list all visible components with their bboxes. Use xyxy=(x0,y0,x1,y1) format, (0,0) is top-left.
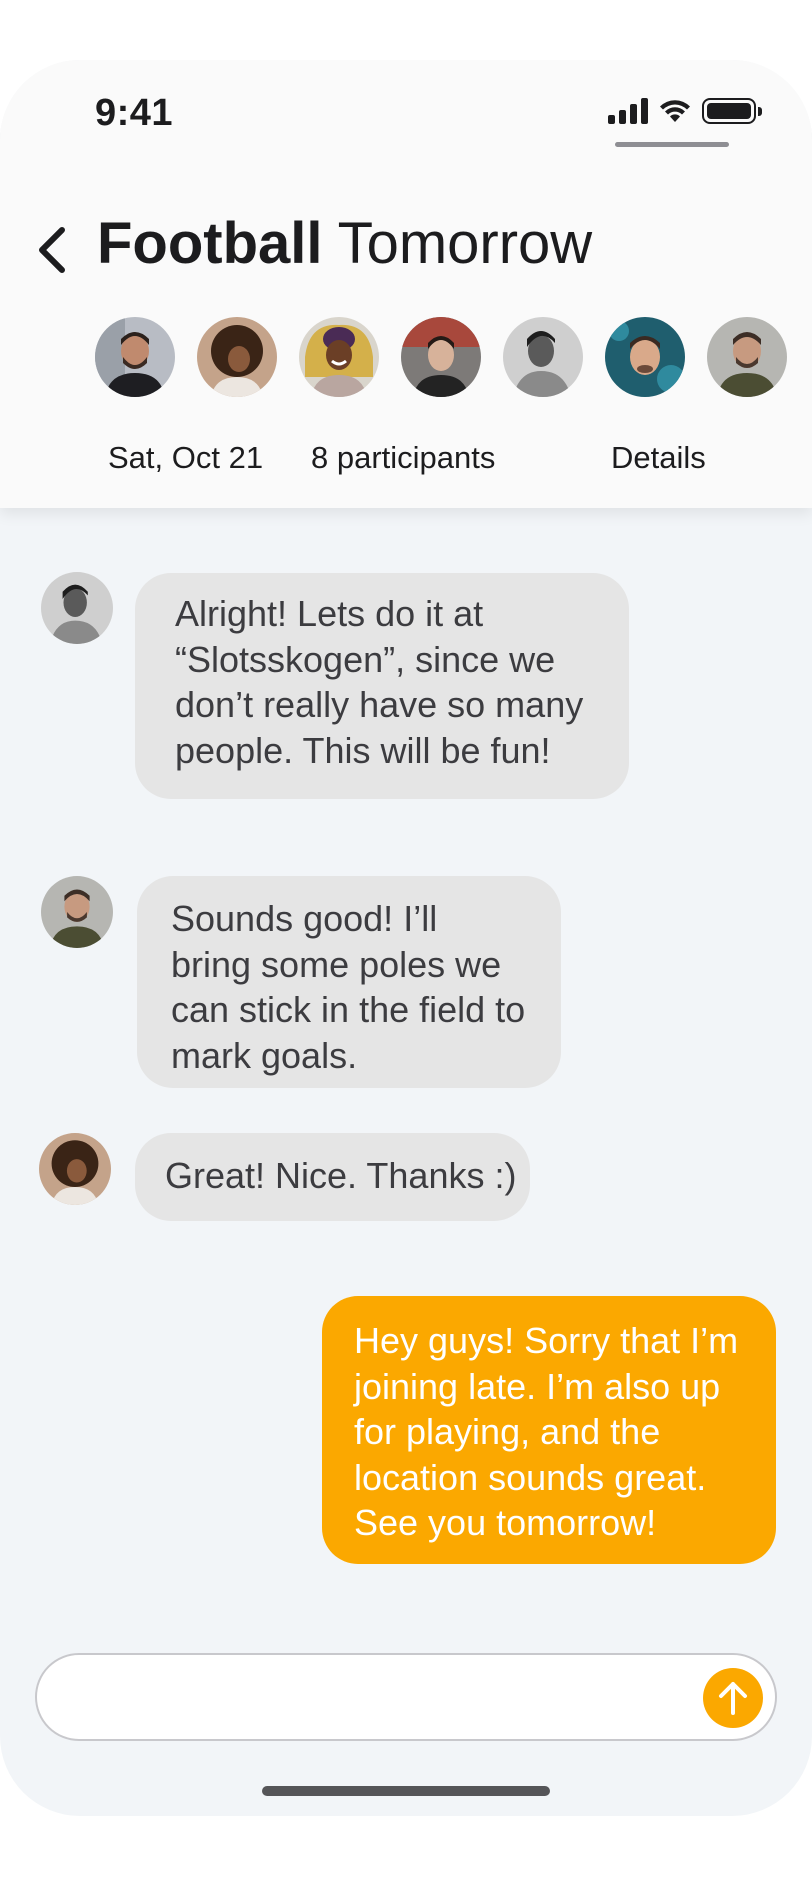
battery-icon xyxy=(702,98,762,124)
message-bubble: Alright! Lets do it at “Slotsskogen”, si… xyxy=(135,573,629,799)
message-bubble: Sounds good! I’ll bring some poles we ca… xyxy=(137,876,561,1088)
my-message-bubble: Hey guys! Sorry that I’m joining late. I… xyxy=(322,1296,776,1564)
avatar[interactable] xyxy=(39,1133,111,1205)
event-date: Sat, Oct 21 xyxy=(108,440,264,475)
page-title: Football Tomorrow xyxy=(97,210,592,277)
status-icons xyxy=(608,98,762,124)
avatar[interactable] xyxy=(41,876,113,948)
participant-avatars xyxy=(95,317,787,397)
title-bold: Football xyxy=(97,211,323,276)
avatar[interactable] xyxy=(299,317,379,397)
arrow-up-icon xyxy=(719,1682,747,1715)
avatar[interactable] xyxy=(707,317,787,397)
home-indicator[interactable] xyxy=(262,1786,550,1796)
avatar[interactable] xyxy=(95,317,175,397)
message-input[interactable] xyxy=(35,1653,777,1741)
chevron-left-icon[interactable] xyxy=(30,220,80,280)
status-indicator xyxy=(615,142,729,147)
send-button[interactable] xyxy=(703,1668,763,1728)
status-time: 9:41 xyxy=(95,92,174,134)
message-bubble: Great! Nice. Thanks :) xyxy=(135,1133,530,1221)
wifi-icon xyxy=(660,100,690,122)
title-rest: Tomorrow xyxy=(337,211,593,276)
cellular-signal-icon xyxy=(608,98,648,124)
avatar[interactable] xyxy=(605,317,685,397)
details-link[interactable]: Details xyxy=(611,440,706,476)
phone-screen: 9:41 Football Tomorrow Sat, Oct 21 8 par… xyxy=(0,60,812,1816)
participants-count[interactable]: 8 participants xyxy=(311,440,495,476)
chat-header: 9:41 Football Tomorrow Sat, Oct 21 8 par… xyxy=(0,60,812,508)
avatar[interactable] xyxy=(503,317,583,397)
avatar[interactable] xyxy=(41,572,113,644)
avatar[interactable] xyxy=(197,317,277,397)
avatar[interactable] xyxy=(401,317,481,397)
